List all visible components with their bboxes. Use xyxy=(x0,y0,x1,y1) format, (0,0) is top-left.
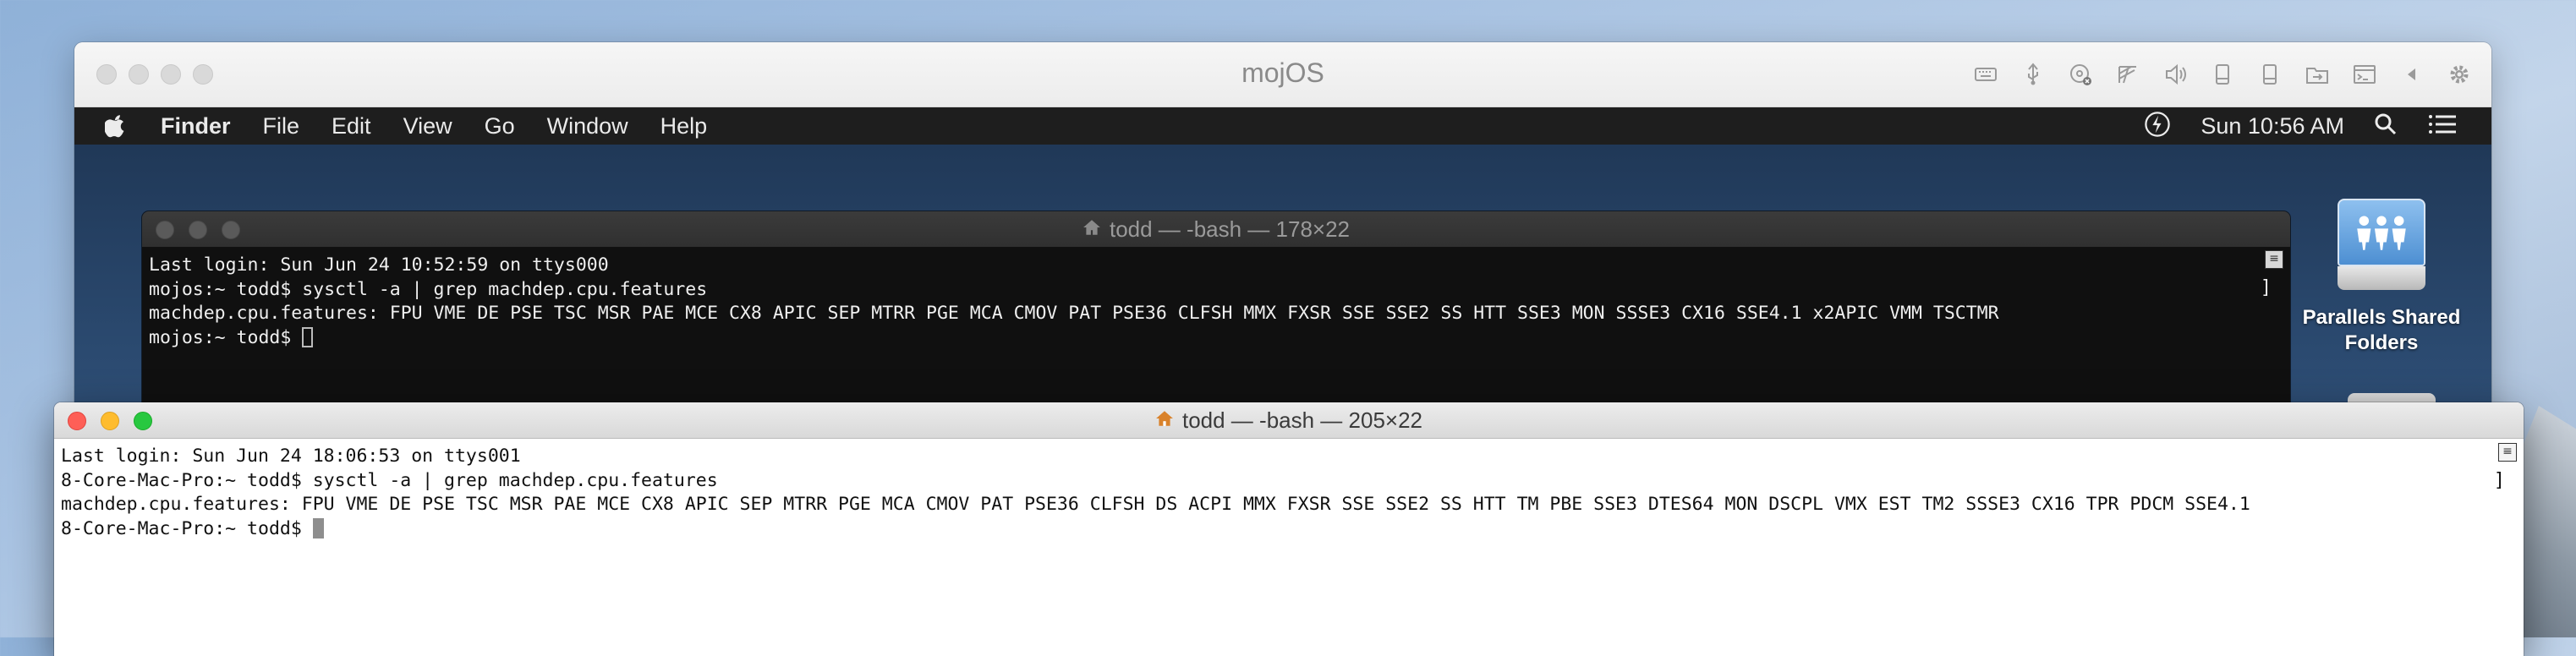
terminal-line: machdep.cpu.features: FPU VME DE PSE TSC… xyxy=(61,494,2250,515)
guest-terminal-titlebar[interactable]: todd — -bash — 178×22 xyxy=(142,211,2290,248)
terminal-line: Last login: Sun Jun 24 10:52:59 on ttys0… xyxy=(149,254,609,276)
menu-view[interactable]: View xyxy=(403,113,452,139)
vm-titlebar[interactable]: mojOS xyxy=(74,42,2491,107)
guest-close-button[interactable] xyxy=(156,221,174,239)
back-arrow-icon[interactable] xyxy=(2393,57,2431,91)
desktop-shared-folders[interactable]: Parallels Shared Folders xyxy=(2288,199,2475,356)
volume-icon[interactable] xyxy=(2157,57,2194,91)
menu-edit[interactable]: Edit xyxy=(332,113,371,139)
power-status-icon[interactable] xyxy=(2143,110,2172,143)
shared-folders-label: Parallels Shared Folders xyxy=(2302,306,2461,354)
terminal-prompt: 8-Core-Mac-Pro:~ todd$ xyxy=(61,517,313,539)
terminal-cursor xyxy=(302,326,314,347)
host-zoom-button[interactable] xyxy=(134,412,152,430)
usb-icon[interactable] xyxy=(2014,57,2052,91)
apple-menu-icon[interactable] xyxy=(105,113,139,139)
menu-help[interactable]: Help xyxy=(660,113,708,139)
guest-terminal-window[interactable]: todd — -bash — 178×22 ≡ ] Last login: Su… xyxy=(142,211,2290,431)
menu-finder[interactable]: Finder xyxy=(161,113,231,139)
device-icon[interactable] xyxy=(2204,57,2241,91)
home-folder-icon xyxy=(1155,407,1174,434)
host-terminal-titlebar[interactable]: todd — -bash — 205×22 xyxy=(54,402,2524,439)
vm-toolbar xyxy=(1967,57,2478,91)
terminal-window-icon[interactable] xyxy=(2346,57,2383,91)
host-terminal-controls xyxy=(68,412,152,430)
device-icon[interactable] xyxy=(2251,57,2288,91)
terminal-line: machdep.cpu.features: FPU VME DE PSE TSC… xyxy=(149,303,1999,324)
terminal-line: 8-Core-Mac-Pro:~ todd$ sysctl -a | grep … xyxy=(61,469,718,491)
shared-folders-drive-icon xyxy=(2338,199,2425,292)
guest-zoom-button[interactable] xyxy=(222,221,240,239)
menubar-clock[interactable]: Sun 10:56 AM xyxy=(2201,113,2344,139)
spotlight-search-icon[interactable] xyxy=(2373,112,2398,141)
host-close-button[interactable] xyxy=(68,412,86,430)
menu-window[interactable]: Window xyxy=(547,113,628,139)
guest-minimize-button[interactable] xyxy=(189,221,207,239)
terminal-line: mojos:~ todd$ sysctl -a | grep machdep.c… xyxy=(149,278,708,300)
menu-file[interactable]: File xyxy=(263,113,300,139)
terminal-prompt-line: mojos:~ todd$ xyxy=(149,326,2290,351)
keyboard-icon[interactable] xyxy=(1967,57,2004,91)
home-folder-icon xyxy=(1082,216,1101,243)
terminal-prompt: mojos:~ todd$ xyxy=(149,326,303,348)
guest-terminal-controls xyxy=(156,221,240,239)
terminal-prompt-line: 8-Core-Mac-Pro:~ todd$ xyxy=(61,517,2524,542)
shared-folder-icon[interactable] xyxy=(2299,57,2336,91)
host-minimize-button[interactable] xyxy=(101,412,119,430)
menu-go[interactable]: Go xyxy=(485,113,515,139)
host-terminal-window[interactable]: todd — -bash — 205×22 ≡ ] Last login: Su… xyxy=(54,402,2524,656)
host-terminal-title: todd — -bash — 205×22 xyxy=(1181,407,1423,433)
notification-center-icon[interactable] xyxy=(2427,112,2458,141)
settings-gear-icon[interactable] xyxy=(2441,57,2478,91)
guest-terminal-title: todd — -bash — 178×22 xyxy=(1109,216,1351,242)
menubar-status-area: Sun 10:56 AM xyxy=(2143,107,2458,145)
terminal-cursor xyxy=(312,517,324,538)
cd-disc-icon[interactable] xyxy=(2062,57,2099,91)
guest-menubar: Finder File Edit View Go Window Help Sun… xyxy=(74,107,2491,145)
network-icon[interactable] xyxy=(2109,57,2146,91)
host-terminal-output[interactable]: Last login: Sun Jun 24 18:06:53 on ttys0… xyxy=(54,438,2524,656)
terminal-line: Last login: Sun Jun 24 18:06:53 on ttys0… xyxy=(61,446,521,467)
